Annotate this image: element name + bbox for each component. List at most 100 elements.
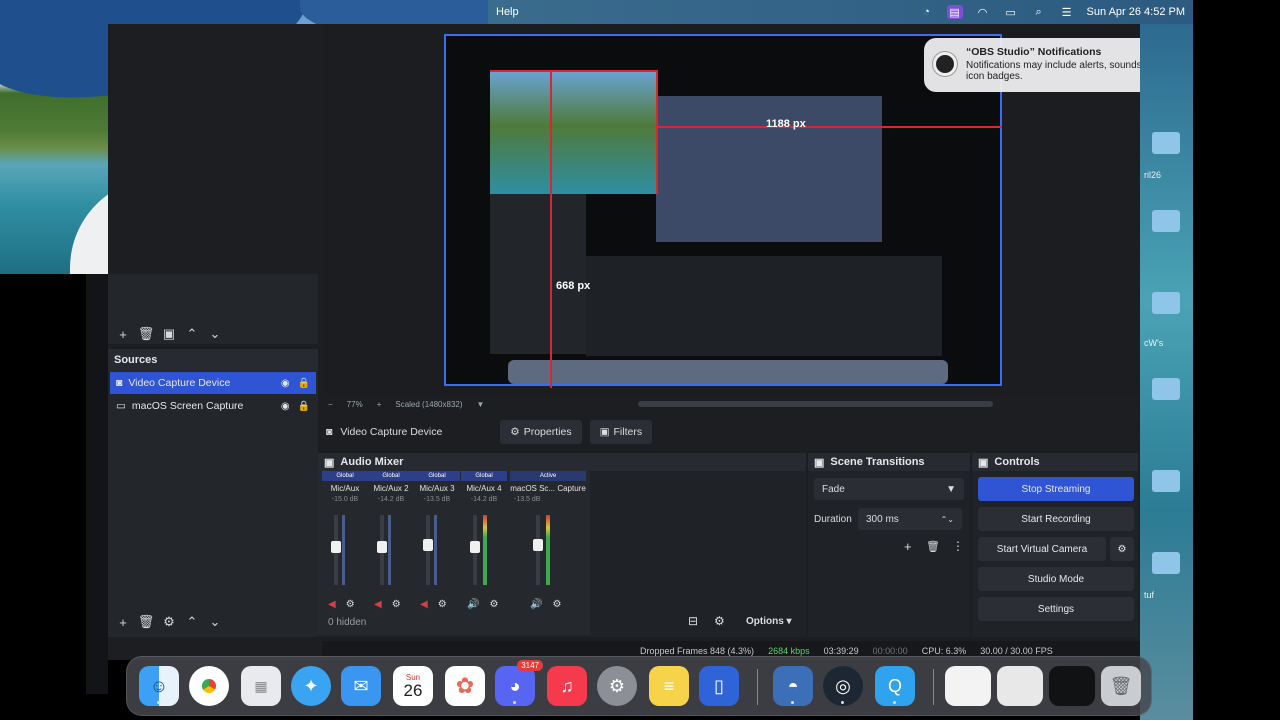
move-down-icon[interactable]: ⌄ xyxy=(204,324,226,344)
start-recording-button[interactable]: Start Recording xyxy=(978,507,1134,531)
source-item-screen-capture[interactable]: ▭ macOS Screen Capture ◉ 🔒 xyxy=(110,395,316,417)
music-icon[interactable]: ♫ xyxy=(547,666,587,706)
gear-icon[interactable]: ⚙ xyxy=(552,599,561,610)
folder-icon[interactable] xyxy=(1152,378,1180,400)
muted-speaker-icon[interactable]: ◀ xyxy=(374,599,382,610)
muted-speaker-icon[interactable]: ◀ xyxy=(420,599,428,610)
calendar-icon[interactable]: Sun 26 xyxy=(393,666,433,706)
running-dot xyxy=(841,701,844,704)
volume-handle[interactable] xyxy=(470,541,480,553)
finder-icon[interactable]: ☺ xyxy=(139,666,179,706)
mail-icon[interactable]: ✉ xyxy=(341,666,381,706)
trash-icon[interactable]: 🗑 xyxy=(135,324,157,344)
wifi-icon[interactable]: ◠ xyxy=(975,5,991,19)
speaker-icon[interactable]: 🔊 xyxy=(467,599,479,610)
gear-icon[interactable]: ⚙ xyxy=(392,599,401,610)
notes-icon[interactable]: ≡ xyxy=(649,666,689,706)
mixer-settings-icon[interactable]: ⚙ xyxy=(714,614,725,628)
transition-select[interactable]: Fade ▼ xyxy=(814,478,964,500)
gear-icon[interactable]: ⚙ xyxy=(1110,537,1134,561)
properties-button[interactable]: ⚙ Properties xyxy=(500,420,582,444)
minimized-window-thumbnail[interactable] xyxy=(1049,666,1095,706)
volume-handle[interactable] xyxy=(331,541,341,553)
audio-mixer-panel: ▣ Audio Mixer Global Mic/Aux -15.0 dB ◀ ⚙… xyxy=(318,453,806,637)
folder-icon[interactable] xyxy=(1152,292,1180,314)
preview-scrollbar[interactable] xyxy=(638,401,994,407)
layout-icon[interactable]: ⊟ xyxy=(688,614,698,628)
move-down-icon[interactable]: ⌄ xyxy=(204,612,226,632)
speaker-icon[interactable]: 🔊 xyxy=(530,599,542,610)
minimized-window-thumbnail[interactable] xyxy=(997,666,1043,706)
folder-icon[interactable] xyxy=(1152,210,1180,232)
scenes-panel: + 🗑 ▣ ⌃ ⌄ xyxy=(108,274,318,344)
visibility-eye-icon[interactable]: ◉ xyxy=(281,378,290,389)
stepper-icon[interactable]: ⌃⌄ xyxy=(941,515,954,524)
bitrate: 2684 kbps xyxy=(768,645,810,656)
source-label: Video Capture Device xyxy=(128,377,231,389)
notification-center-icon[interactable]: ◔ xyxy=(919,5,935,19)
zoom-out-button[interactable]: − xyxy=(328,400,333,409)
safari-icon[interactable]: ✦ xyxy=(291,666,331,706)
volume-handle[interactable] xyxy=(423,539,433,551)
channel-name[interactable]: Mic/Aux 4 xyxy=(461,484,507,493)
menu-help[interactable]: Help xyxy=(496,6,519,18)
ios-app-icon[interactable]: ▯ xyxy=(699,666,739,706)
obs-icon[interactable]: ◎ xyxy=(823,666,863,706)
gear-icon[interactable]: ⚙ xyxy=(489,599,498,610)
channel-name[interactable]: macOS Sc... Capture xyxy=(510,484,586,493)
photos-icon[interactable]: ✿ xyxy=(445,666,485,706)
trash-icon[interactable]: 🗑 xyxy=(135,612,157,632)
more-icon[interactable]: ⋮ xyxy=(952,539,964,553)
volume-handle[interactable] xyxy=(377,541,387,553)
battery-icon[interactable]: ▭ xyxy=(1003,5,1019,19)
preview-canvas[interactable]: 1188 px 668 px xyxy=(444,34,1002,388)
visibility-eye-icon[interactable]: ◉ xyxy=(281,401,290,412)
options-button[interactable]: Options ▾ xyxy=(746,616,792,627)
spotlight-icon[interactable]: ⌕ xyxy=(1031,5,1047,19)
channel-name[interactable]: Mic/Aux 3 xyxy=(414,484,460,493)
settings-button[interactable]: Settings xyxy=(978,597,1134,621)
studio-mode-button[interactable]: Studio Mode xyxy=(978,567,1134,591)
gear-icon[interactable]: ⚙ xyxy=(158,612,180,632)
folder-icon[interactable] xyxy=(1152,552,1180,574)
duration-spinbox[interactable]: 300 ms ⌃⌄ xyxy=(858,508,962,530)
channel-name[interactable]: Mic/Aux xyxy=(322,484,368,493)
lock-icon[interactable]: 🔒 xyxy=(298,401,310,412)
lock-icon[interactable]: 🔒 xyxy=(298,378,310,389)
control-center-icon[interactable]: ☰ xyxy=(1059,5,1075,19)
move-up-icon[interactable]: ⌃ xyxy=(181,612,203,632)
folder-icon[interactable] xyxy=(1152,132,1180,154)
start-virtual-camera-button[interactable]: Start Virtual Camera xyxy=(978,537,1106,561)
scale-dropdown-icon[interactable]: ▼ xyxy=(477,400,485,409)
gear-icon[interactable]: ⚙ xyxy=(438,599,447,610)
menu-clock[interactable]: Sun Apr 26 4:52 PM xyxy=(1087,6,1185,18)
trash-icon[interactable]: 🗑 xyxy=(1101,666,1141,706)
minimized-window-thumbnail[interactable] xyxy=(945,666,991,706)
trash-icon[interactable]: 🗑 xyxy=(926,540,940,553)
add-icon[interactable]: + xyxy=(112,324,134,344)
chrome-icon[interactable] xyxy=(189,666,229,706)
finder-app-icon[interactable]: ◓ xyxy=(773,666,813,706)
quicktime-icon[interactable]: Q xyxy=(875,666,915,706)
zoom-in-button[interactable]: + xyxy=(377,400,382,409)
add-icon[interactable]: + xyxy=(904,539,912,554)
gear-icon[interactable]: ⚙ xyxy=(346,599,355,610)
screen-mirroring-icon[interactable]: ▤ xyxy=(946,5,963,19)
muted-speaker-icon[interactable]: ◀ xyxy=(328,599,336,610)
move-up-icon[interactable]: ⌃ xyxy=(181,324,203,344)
zoom-level[interactable]: 77% xyxy=(347,400,363,409)
source-item-video-capture[interactable]: ◙ Video Capture Device ◉ 🔒 xyxy=(110,372,316,394)
cpu-usage: CPU: 6.3% xyxy=(921,645,967,656)
filters-button[interactable]: ▣ Filters xyxy=(589,420,653,444)
folder-icon[interactable] xyxy=(1152,470,1180,492)
system-settings-icon[interactable]: ⚙ xyxy=(597,666,637,706)
stop-streaming-button[interactable]: Stop Streaming xyxy=(978,477,1134,501)
preview-zoom-bar: − 77% + Scaled (1480x832) ▼ xyxy=(322,396,1140,412)
filter-icon[interactable]: ▣ xyxy=(158,324,180,344)
launchpad-icon[interactable]: ▦ xyxy=(241,666,281,706)
add-icon[interactable]: + xyxy=(112,612,134,632)
channel-name[interactable]: Mic/Aux 2 xyxy=(368,484,414,493)
volume-handle[interactable] xyxy=(533,539,543,551)
discord-icon[interactable]: ◕ 3147 xyxy=(495,660,543,706)
controls-header: ▣ Controls xyxy=(972,453,1138,471)
